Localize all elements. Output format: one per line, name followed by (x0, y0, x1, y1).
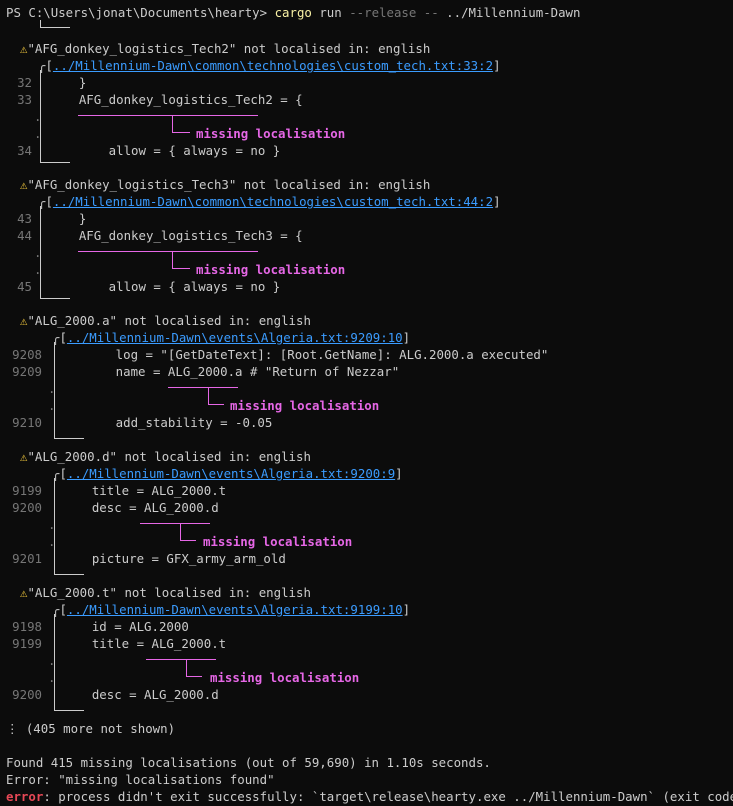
code-line: add_stability = -0.05 (56, 415, 273, 430)
file-location: ╭[../Millennium-Dawn\common\technologies… (38, 58, 501, 73)
line-number: 9208 (12, 347, 42, 362)
code-line: AFG_donkey_logistics_Tech3 = { (49, 228, 303, 243)
line-number: 32 (17, 75, 32, 90)
line-number: 34 (17, 143, 32, 158)
code-line: AFG_donkey_logistics_Tech2 = { (49, 92, 303, 107)
diagnostic-title: ⚠"AFG_donkey_logistics_Tech2" not locali… (20, 41, 431, 56)
file-link[interactable]: ../Millennium-Dawn\events\Algeria.txt:92… (67, 330, 403, 345)
file-location: ╭[../Millennium-Dawn\events\Algeria.txt:… (52, 330, 411, 345)
code-line: log = "[GetDateText]: [Root.GetName]: AL… (56, 347, 549, 362)
code-line: desc = ALG_2000.d (62, 687, 219, 702)
prompt-command: cargo (274, 5, 312, 20)
label-connector (186, 659, 187, 676)
diagnostic-title: ⚠"ALG_2000.a" not localised in: english (20, 313, 311, 328)
label-connector (208, 387, 209, 404)
missing-localisation-label: missing localisation (196, 262, 346, 277)
label-connector-h (172, 268, 190, 269)
elided-dot: . (48, 670, 56, 685)
file-location: ╭[../Millennium-Dawn\events\Algeria.txt:… (52, 602, 411, 617)
file-location: ╭[../Millennium-Dawn\common\technologies… (38, 194, 501, 209)
line-number: 9200 (12, 500, 42, 515)
label-connector (180, 523, 181, 540)
gutter-end (54, 574, 84, 575)
file-location: ╭[../Millennium-Dawn\events\Algeria.txt:… (52, 466, 403, 481)
elided-dot: . (48, 381, 56, 396)
line-number: 9199 (12, 483, 42, 498)
summary-line: Found 415 missing localisations (out of … (6, 755, 491, 770)
gutter-end (54, 438, 84, 439)
code-line: } (49, 75, 87, 90)
error-detail: : process didn't exit successfully: `tar… (43, 789, 733, 804)
highlight-underline (146, 659, 216, 660)
prompt-args: run (311, 5, 350, 20)
prompt-line: PS C:\Users\jonat\Documents\hearty> carg… (6, 4, 580, 21)
missing-localisation-label: missing localisation (196, 126, 346, 141)
highlight-underline (78, 115, 258, 116)
missing-localisation-label: missing localisation (230, 398, 380, 413)
code-line: } (49, 211, 87, 226)
elided-dot: . (48, 398, 56, 413)
gutter-end (40, 162, 70, 163)
diagnostic-title: ⚠"ALG_2000.t" not localised in: english (20, 585, 311, 600)
missing-localisation-label: missing localisation (203, 534, 353, 549)
label-connector (172, 115, 173, 132)
highlight-underline (168, 387, 238, 388)
code-line: allow = { always = no } (49, 143, 281, 158)
file-link[interactable]: ../Millennium-Dawn\common\technologies\c… (53, 194, 493, 209)
code-line: name = ALG_2000.a # "Return of Nezzar" (56, 364, 400, 379)
line-number: 9200 (12, 687, 42, 702)
line-number: 43 (17, 211, 32, 226)
highlight-underline (140, 523, 210, 524)
file-link[interactable]: ../Millennium-Dawn\events\Algeria.txt:92… (67, 466, 395, 481)
file-link[interactable]: ../Millennium-Dawn\common\technologies\c… (53, 58, 493, 73)
error-label: error (6, 789, 44, 804)
elided-dot: . (34, 109, 42, 124)
code-line: title = ALG_2000.t (62, 483, 227, 498)
elided-dot: . (34, 262, 42, 277)
code-line: id = ALG.2000 (62, 619, 189, 634)
prompt-flags: --release -- (349, 5, 439, 20)
terminal-window[interactable]: PS C:\Users\jonat\Documents\hearty> carg… (0, 0, 733, 806)
elided-dot: . (48, 517, 56, 532)
prompt-path: PS C:\Users\jonat\Documents\hearty> (6, 5, 268, 20)
line-number: 9210 (12, 415, 42, 430)
line-number: 9199 (12, 636, 42, 651)
more-not-shown: ⋮ (405 more not shown) (6, 721, 176, 736)
label-connector-h (208, 404, 224, 405)
top-connector-line (40, 27, 70, 28)
label-connector-h (172, 132, 190, 133)
line-number: 44 (17, 228, 32, 243)
code-line: title = ALG_2000.t (62, 636, 227, 651)
diagnostic-title: ⚠"ALG_2000.d" not localised in: english (20, 449, 311, 464)
line-number: 45 (17, 279, 32, 294)
gutter-end (54, 710, 84, 711)
elided-dot: . (34, 126, 42, 141)
cargo-error-line: error: process didn't exit successfully:… (6, 788, 733, 805)
prompt-target: ../Millennium-Dawn (438, 5, 581, 20)
line-number: 9198 (12, 619, 42, 634)
elided-dot: . (48, 653, 56, 668)
label-connector-h (186, 676, 202, 677)
highlight-underline (78, 251, 258, 252)
missing-localisation-label: missing localisation (210, 670, 360, 685)
elided-dot: . (34, 245, 42, 260)
elided-dot: . (48, 534, 56, 549)
line-number: 9209 (12, 364, 42, 379)
file-link[interactable]: ../Millennium-Dawn\events\Algeria.txt:91… (67, 602, 403, 617)
line-number: 33 (17, 92, 32, 107)
line-number: 9201 (12, 551, 42, 566)
gutter-end (40, 298, 70, 299)
label-connector (172, 251, 173, 268)
label-connector-h (180, 540, 196, 541)
code-line: allow = { always = no } (49, 279, 281, 294)
error-message: Error: "missing localisations found" (6, 772, 275, 787)
code-line: desc = ALG_2000.d (62, 500, 219, 515)
diagnostic-title: ⚠"AFG_donkey_logistics_Tech3" not locali… (20, 177, 431, 192)
top-connector-vertical (40, 20, 41, 28)
code-line: picture = GFX_army_arm_old (62, 551, 286, 566)
